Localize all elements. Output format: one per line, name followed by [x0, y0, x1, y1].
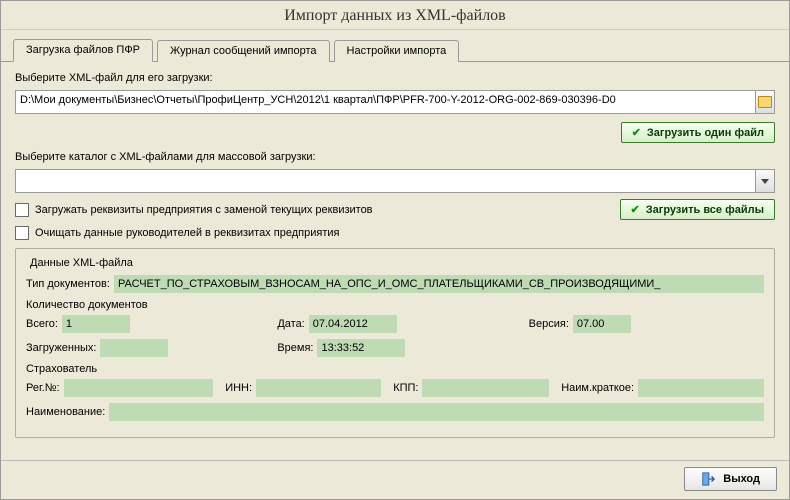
- load-one-file-label: Загрузить один файл: [647, 127, 764, 139]
- footer: Выход: [1, 460, 789, 499]
- exit-button[interactable]: Выход: [684, 467, 777, 491]
- xml-data-legend: Данные XML-файла: [26, 257, 137, 269]
- kpp-value: [422, 379, 549, 397]
- xml-data-group: Данные XML-файла Тип документов: РАСЧЕТ_…: [15, 248, 775, 438]
- date-label: Дата:: [277, 318, 304, 330]
- tab-import-log[interactable]: Журнал сообщений импорта: [157, 40, 330, 62]
- check-icon: ✔: [632, 126, 641, 139]
- doc-count-heading: Количество документов: [26, 299, 764, 311]
- tab-load-pfr[interactable]: Загрузка файлов ПФР: [13, 39, 153, 62]
- tab-strip: Загрузка файлов ПФР Журнал сообщений имп…: [1, 30, 789, 62]
- file-path-input[interactable]: D:\Мои документы\Бизнес\Отчеты\ПрофиЦент…: [15, 90, 756, 114]
- option-replace-label: Загружать реквизиты предприятия с замено…: [35, 204, 373, 216]
- catalog-path-input[interactable]: [15, 169, 756, 193]
- inn-value: [256, 379, 381, 397]
- option-replace-requisites[interactable]: Загружать реквизиты предприятия с замено…: [15, 203, 373, 217]
- exit-label: Выход: [723, 473, 760, 485]
- kpp-label: КПП:: [393, 382, 418, 394]
- loaded-value: [100, 339, 168, 357]
- load-all-files-button[interactable]: ✔ Загрузить все файлы: [620, 199, 775, 220]
- total-value: 1: [62, 315, 130, 333]
- catalog-select-label: Выберите каталог с XML-файлами для массо…: [15, 151, 775, 163]
- window: Импорт данных из XML-файлов Загрузка фай…: [0, 0, 790, 500]
- insurer-heading: Страхователь: [26, 363, 764, 375]
- checkbox-icon: [15, 226, 29, 240]
- option-clear-label: Очищать данные руководителей в реквизита…: [35, 227, 339, 239]
- catalog-select-row: [15, 169, 775, 193]
- loaded-label: Загруженных:: [26, 342, 96, 354]
- regno-value: [64, 379, 214, 397]
- exit-icon: [701, 472, 715, 486]
- doc-type-value: РАСЧЕТ_ПО_СТРАХОВЫМ_ВЗНОСАМ_НА_ОПС_И_ОМС…: [114, 275, 764, 293]
- tab-import-settings[interactable]: Настройки импорта: [334, 40, 460, 62]
- date-value: 07.04.2012: [309, 315, 397, 333]
- regno-label: Рег.№:: [26, 382, 60, 394]
- folder-icon: [758, 96, 772, 108]
- doc-type-label: Тип документов:: [26, 278, 110, 290]
- check-icon: ✔: [631, 203, 640, 216]
- shortname-label: Наим.краткое:: [561, 382, 634, 394]
- name-value: [109, 403, 764, 421]
- load-all-files-label: Загрузить все файлы: [646, 204, 764, 216]
- chevron-down-icon: [761, 179, 769, 184]
- shortname-value: [638, 379, 764, 397]
- inn-label: ИНН:: [225, 382, 252, 394]
- version-value: 07.00: [573, 315, 631, 333]
- tab-panel-load: Выберите XML-файл для его загрузки: D:\М…: [1, 62, 789, 460]
- checkbox-icon: [15, 203, 29, 217]
- time-value: 13:33:52: [317, 339, 405, 357]
- catalog-dropdown-button[interactable]: [756, 169, 775, 193]
- name-label: Наименование:: [26, 406, 105, 418]
- file-browse-button[interactable]: [756, 90, 775, 114]
- version-label: Версия:: [529, 318, 569, 330]
- file-select-row: D:\Мои документы\Бизнес\Отчеты\ПрофиЦент…: [15, 90, 775, 114]
- load-one-file-button[interactable]: ✔ Загрузить один файл: [621, 122, 775, 143]
- total-label: Всего:: [26, 318, 58, 330]
- option-clear-managers[interactable]: Очищать данные руководителей в реквизита…: [15, 226, 775, 240]
- file-select-label: Выберите XML-файл для его загрузки:: [15, 72, 775, 84]
- window-title: Импорт данных из XML-файлов: [1, 1, 789, 30]
- time-label: Время:: [277, 342, 313, 354]
